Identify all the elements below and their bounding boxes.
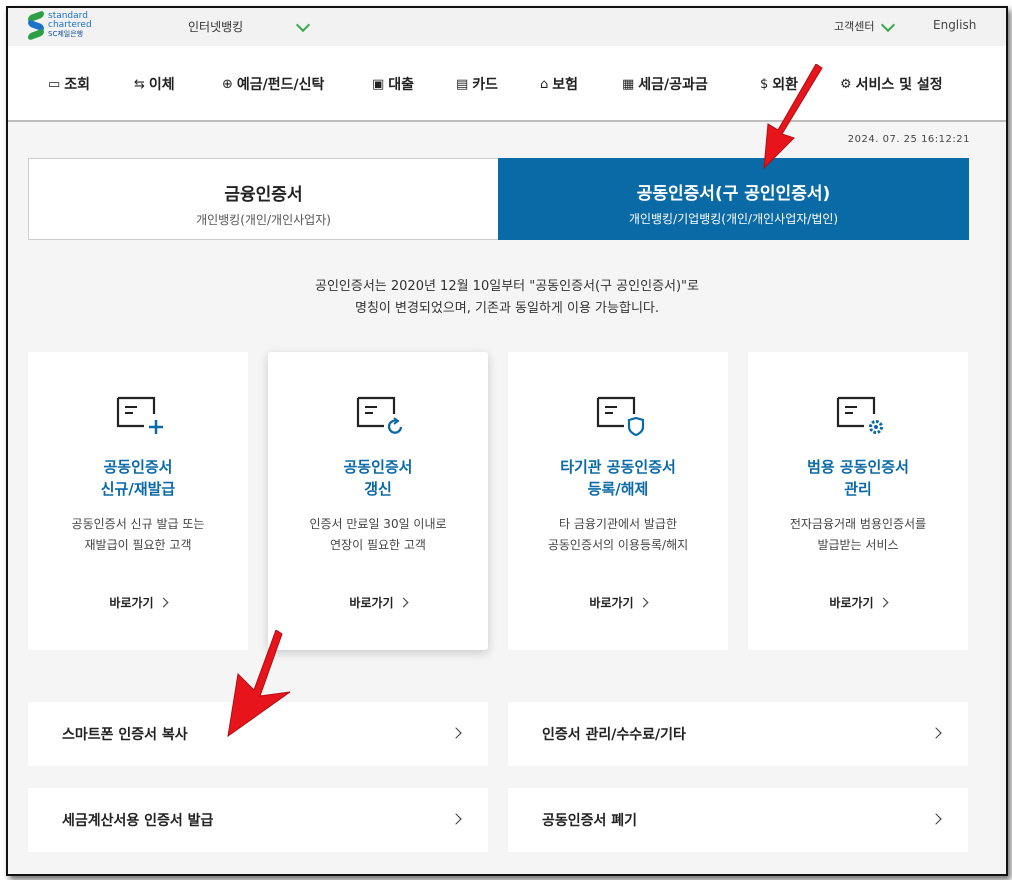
logo-text-sc: SC제일은행 xyxy=(48,30,84,38)
card-desc-line: 공동인증서의 이용등록/해지 xyxy=(547,538,689,552)
logo-mark-icon xyxy=(28,9,44,41)
card-link-shortcut[interactable]: 바로가기 xyxy=(268,594,488,611)
tab-financial-certificate[interactable]: 금융인증서 개인뱅킹(개인/개인사업자) xyxy=(28,158,499,240)
card-title-line: 공동인증서 xyxy=(343,458,413,476)
card-other-institution[interactable]: 타기관 공동인증서 등록/해제 타 금융기관에서 발급한 공동인증서의 이용등록… xyxy=(508,352,728,650)
card-general-purpose[interactable]: 범용 공동인증서 관리 전자금융거래 범용인증서를 발급받는 서비스 바로가기 xyxy=(748,352,968,650)
top-bar: standard chartered SC제일은행 인터넷뱅킹 고객센터 Eng… xyxy=(8,8,1006,46)
nav-label: 대출 xyxy=(388,77,415,93)
nav-item-inquiry[interactable]: ▭ 조회 xyxy=(48,74,90,94)
card-desc-line: 전자금융거래 범용인증서를 xyxy=(789,517,927,531)
chevron-right-icon xyxy=(930,813,942,825)
certificate-gear-icon xyxy=(836,396,883,434)
main-nav: ▭ 조회 ⇆ 이체 ⊕ 예금/펀드/신탁 ▣ 대출 ▤ 카드 ⌂ 보험 ▦ 세금… xyxy=(8,46,1006,122)
tab-title: 공동인증서(구 공인인증서) xyxy=(636,184,831,204)
card-desc-line: 공동인증서 신규 발급 또는 xyxy=(71,517,205,531)
card-title-line: 타기관 공동인증서 xyxy=(560,458,676,476)
loan-icon: ▣ xyxy=(372,76,385,92)
chevron-right-icon xyxy=(878,597,889,608)
card-title-line: 관리 xyxy=(844,480,872,498)
logo-text-chartered: chartered xyxy=(48,20,92,30)
shortcut-label: 바로가기 xyxy=(109,596,154,610)
nav-item-deposit[interactable]: ⊕ 예금/펀드/신탁 xyxy=(222,74,324,94)
notice-line: 공인인증서는 2020년 12월 10일부터 "공동인증서(구 공인인증서)"로 xyxy=(314,279,699,294)
nav-item-settings[interactable]: ⚙ 서비스 및 설정 xyxy=(840,74,943,94)
chevron-down-icon[interactable] xyxy=(295,17,311,33)
language-link[interactable]: English xyxy=(933,18,976,32)
card-desc-line: 타 금융기관에서 발급한 xyxy=(558,517,678,531)
chevron-right-icon xyxy=(450,813,462,825)
row-label: 인증서 관리/수수료/기타 xyxy=(542,727,686,743)
nav-label: 조회 xyxy=(64,77,91,93)
tab-title: 금융인증서 xyxy=(224,185,303,205)
notice-line: 명칭이 변경되었으며, 기존과 동일하게 이용 가능합니다. xyxy=(354,301,659,316)
annotation-arrow-icon xyxy=(227,630,291,738)
shortcut-label: 바로가기 xyxy=(589,596,634,610)
nav-item-loan[interactable]: ▣ 대출 xyxy=(372,74,414,94)
gear-icon: ⚙ xyxy=(840,76,852,92)
card-link-shortcut[interactable]: 바로가기 xyxy=(748,594,968,611)
tab-joint-certificate[interactable]: 공동인증서(구 공인인증서) 개인뱅킹/기업뱅킹(개인/개인사업자/법인) xyxy=(498,158,969,240)
nav-label: 보험 xyxy=(552,77,579,93)
certificate-shield-icon xyxy=(596,396,644,437)
row-label: 스마트폰 인증서 복사 xyxy=(62,727,188,743)
browser-frame: standard chartered SC제일은행 인터넷뱅킹 고객센터 Eng… xyxy=(6,6,1008,876)
sc-logo[interactable]: standard chartered SC제일은행 xyxy=(28,9,92,41)
nav-label: 카드 xyxy=(472,77,499,93)
card-renew[interactable]: 공동인증서 갱신 인증서 만료일 30일 이내로 연장이 필요한 고객 바로가기 xyxy=(268,352,488,650)
card-title-line: 신규/재발급 xyxy=(100,480,176,498)
certificate-renew-icon xyxy=(356,396,403,434)
nav-label: 예금/펀드/신탁 xyxy=(236,77,325,93)
card-title-line: 등록/해제 xyxy=(587,480,649,498)
nav-label: 세금/공과금 xyxy=(638,77,708,93)
nav-label: 이체 xyxy=(148,77,175,93)
card-desc-line: 발급받는 서비스 xyxy=(817,538,899,552)
chevron-right-icon xyxy=(158,597,169,608)
row-certificate-revoke[interactable]: 공동인증서 폐기 xyxy=(508,788,968,852)
chevron-right-icon xyxy=(930,727,942,739)
chevron-down-icon[interactable] xyxy=(880,17,896,33)
card-desc-line: 인증서 만료일 30일 이내로 xyxy=(309,517,447,531)
tab-subtitle: 개인뱅킹/기업뱅킹(개인/개인사업자/법인) xyxy=(628,212,839,226)
card-new-reissue[interactable]: 공동인증서 신규/재발급 공동인증서 신규 발급 또는 재발급이 필요한 고객 … xyxy=(28,352,248,650)
card-title-line: 갱신 xyxy=(364,480,392,498)
nav-item-insurance[interactable]: ⌂ 보험 xyxy=(540,74,578,94)
shortcut-label: 바로가기 xyxy=(349,596,394,610)
shortcut-label: 바로가기 xyxy=(829,596,874,610)
chevron-right-icon xyxy=(398,597,409,608)
card-desc-line: 연장이 필요한 고객 xyxy=(330,538,426,552)
card-link-shortcut[interactable]: 바로가기 xyxy=(28,594,248,611)
card-title-line: 공동인증서 xyxy=(103,458,173,476)
house-icon: ⌂ xyxy=(540,76,549,92)
tab-subtitle: 개인뱅킹(개인/개인사업자) xyxy=(196,213,331,227)
nav-label: 서비스 및 설정 xyxy=(855,77,943,93)
chevron-right-icon xyxy=(450,727,462,739)
card-link-shortcut[interactable]: 바로가기 xyxy=(508,594,728,611)
row-label: 공동인증서 폐기 xyxy=(542,813,638,829)
card-desc-line: 재발급이 필요한 고객 xyxy=(84,538,192,552)
card-icon: ▤ xyxy=(456,76,469,92)
row-tax-invoice-certificate[interactable]: 세금계산서용 인증서 발급 xyxy=(28,788,488,852)
nav-item-transfer[interactable]: ⇆ 이체 xyxy=(134,74,175,94)
rename-notice: 공인인증서는 2020년 12월 10일부터 "공동인증서(구 공인인증서)"로… xyxy=(8,276,1006,320)
nav-item-tax[interactable]: ▦ 세금/공과금 xyxy=(622,74,708,94)
tax-icon: ▦ xyxy=(622,76,635,92)
transfer-arrows-icon: ⇆ xyxy=(134,76,145,92)
customer-center-link[interactable]: 고객센터 xyxy=(834,18,874,34)
monitor-icon: ▭ xyxy=(48,76,61,92)
row-certificate-management[interactable]: 인증서 관리/수수료/기타 xyxy=(508,702,968,766)
row-label: 세금계산서용 인증서 발급 xyxy=(62,813,214,829)
current-timestamp: 2024. 07. 25 16:12:21 xyxy=(847,134,970,145)
certificate-plus-icon xyxy=(116,396,163,434)
banking-type-select[interactable]: 인터넷뱅킹 xyxy=(188,18,243,35)
chevron-right-icon xyxy=(638,597,649,608)
nav-item-card[interactable]: ▤ 카드 xyxy=(456,74,498,94)
annotation-arrow-icon xyxy=(763,64,823,170)
deposit-icon: ⊕ xyxy=(222,76,233,92)
card-title-line: 범용 공동인증서 xyxy=(807,458,909,476)
